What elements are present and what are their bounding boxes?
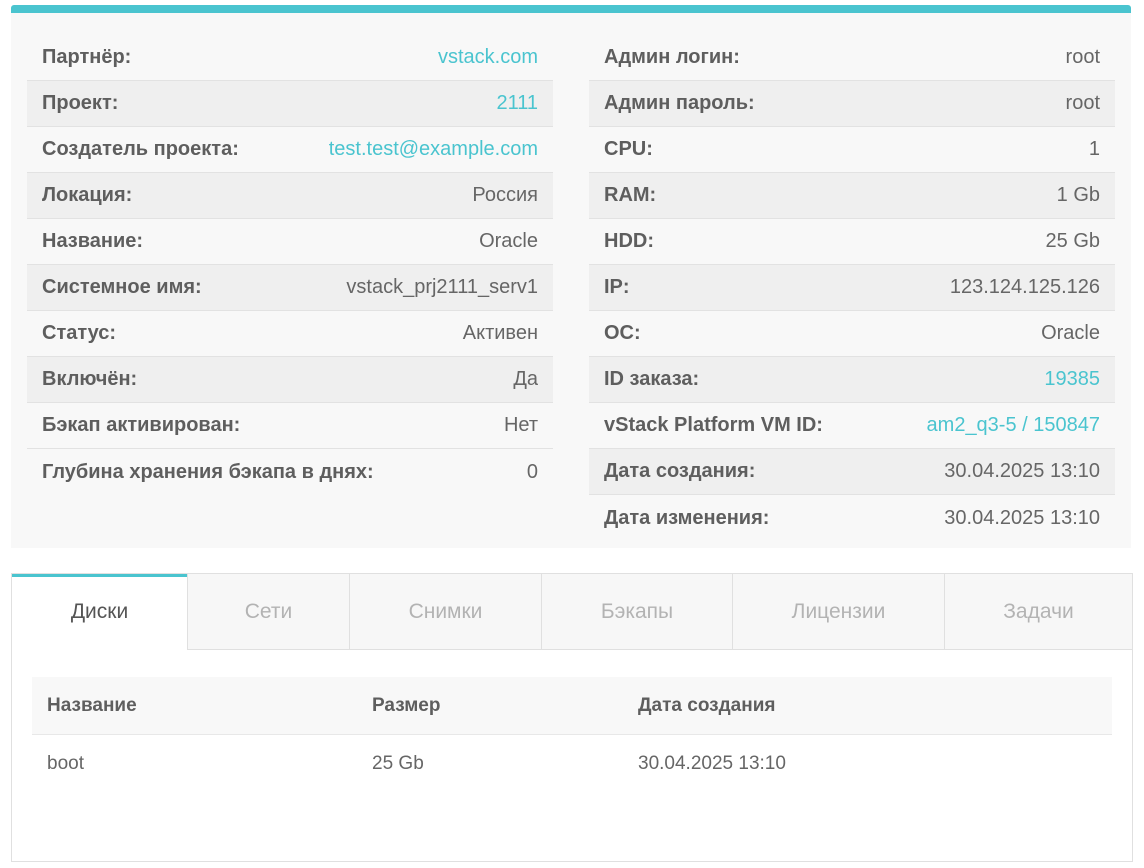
info-label: Проект: <box>42 92 119 114</box>
tab-licenses[interactable]: Лицензии <box>732 574 944 650</box>
created-date-value: 30.04.2025 13:10 <box>944 460 1100 482</box>
info-label: Название: <box>42 230 144 252</box>
disks-table: Название Размер Дата создания boot 25 Gb… <box>32 677 1112 792</box>
info-label: ОС: <box>604 322 641 344</box>
info-label: Админ логин: <box>604 46 740 68</box>
tab-networks[interactable]: Сети <box>187 574 349 650</box>
status-value: Активен <box>462 322 538 344</box>
info-row-modified-date: Дата изменения: 30.04.2025 13:10 <box>589 495 1115 541</box>
info-label: Дата изменения: <box>604 506 770 529</box>
column-header-name[interactable]: Название <box>32 677 357 735</box>
vm-id-link[interactable]: am2_q3-5 / 150847 <box>927 414 1100 437</box>
hdd-value: 25 Gb <box>1045 230 1100 252</box>
info-label: RAM: <box>604 184 657 206</box>
info-row-status: Статус: Активен <box>27 311 553 357</box>
info-row-backup-activated: Бэкап активирован: Нет <box>27 403 553 449</box>
info-row-vm-id: vStack Platform VM ID: am2_q3-5 / 150847 <box>589 403 1115 449</box>
modified-date-value: 30.04.2025 13:10 <box>944 506 1100 529</box>
info-row-project-creator: Создатель проекта: test.test@example.com <box>27 127 553 173</box>
tab-disks[interactable]: Диски <box>12 574 187 650</box>
name-value: Oracle <box>479 230 538 252</box>
info-label: Глубина хранения бэкапа в днях: <box>42 460 374 483</box>
info-label: Админ пароль: <box>604 92 755 114</box>
os-value: Oracle <box>1041 322 1100 344</box>
tabs-panel: Диски Сети Снимки Бэкапы Лицензии Задачи… <box>11 573 1133 862</box>
info-label: Локация: <box>42 184 133 206</box>
info-row-admin-password: Админ пароль: root <box>589 81 1115 127</box>
ip-value: 123.124.125.126 <box>949 276 1100 298</box>
location-value: Россия <box>472 184 538 206</box>
info-label: vStack Platform VM ID: <box>604 414 823 436</box>
info-row-hdd: HDD: 25 Gb <box>589 219 1115 265</box>
cpu-value: 1 <box>1088 138 1100 160</box>
server-info-card: Партнёр: vstack.com Проект: 2111 Создате… <box>11 5 1131 548</box>
tab-bar: Диски Сети Снимки Бэкапы Лицензии Задачи <box>12 574 1132 650</box>
info-row-ram: RAM: 1 Gb <box>589 173 1115 219</box>
info-row-name: Название: Oracle <box>27 219 553 265</box>
ram-value: 1 Gb <box>1056 184 1100 206</box>
info-label: Бэкап активирован: <box>42 414 241 436</box>
info-label: Дата создания: <box>604 460 756 482</box>
column-header-size[interactable]: Размер <box>357 677 623 735</box>
disk-created-cell: 30.04.2025 13:10 <box>638 752 786 774</box>
tab-tasks[interactable]: Задачи <box>944 574 1132 650</box>
info-row-location: Локация: Россия <box>27 173 553 219</box>
info-row-ip: IP: 123.124.125.126 <box>589 265 1115 311</box>
server-info-left-column: Партнёр: vstack.com Проект: 2111 Создате… <box>27 35 553 495</box>
info-label: CPU: <box>604 138 653 160</box>
info-label: IP: <box>604 276 630 298</box>
info-label: Партнёр: <box>42 46 132 68</box>
order-id-link[interactable]: 19385 <box>1044 368 1100 391</box>
project-creator-link[interactable]: test.test@example.com <box>329 138 538 161</box>
info-label: Статус: <box>42 322 117 344</box>
tab-snapshots[interactable]: Снимки <box>349 574 541 650</box>
enabled-value: Да <box>513 368 538 390</box>
info-row-enabled: Включён: Да <box>27 357 553 403</box>
partner-link[interactable]: vstack.com <box>438 46 538 69</box>
info-row-backup-depth: Глубина хранения бэкапа в днях: 0 <box>27 449 553 495</box>
info-row-admin-login: Админ логин: root <box>589 35 1115 81</box>
disk-name-cell: boot <box>47 752 84 774</box>
info-row-order-id: ID заказа: 19385 <box>589 357 1115 403</box>
info-label: Создатель проекта: <box>42 138 239 160</box>
info-label: ID заказа: <box>604 368 700 390</box>
info-label: HDD: <box>604 230 654 252</box>
info-row-cpu: CPU: 1 <box>589 127 1115 173</box>
tab-backups[interactable]: Бэкапы <box>541 574 732 650</box>
admin-password-value: root <box>1065 92 1100 114</box>
info-row-system-name: Системное имя: vstack_prj2111_serv1 <box>27 265 553 311</box>
disk-size-cell: 25 Gb <box>372 752 424 774</box>
info-row-os: ОС: Oracle <box>589 311 1115 357</box>
info-row-created-date: Дата создания: 30.04.2025 13:10 <box>589 449 1115 495</box>
project-link[interactable]: 2111 <box>496 92 538 115</box>
system-name-value: vstack_prj2111_serv1 <box>346 276 538 298</box>
server-info-right-column: Админ логин: root Админ пароль: root CPU… <box>589 35 1115 541</box>
info-label: Включён: <box>42 368 138 390</box>
backup-depth-value: 0 <box>526 460 538 483</box>
info-label: Системное имя: <box>42 276 202 298</box>
info-row-partner: Партнёр: vstack.com <box>27 35 553 81</box>
backup-activated-value: Нет <box>503 414 538 436</box>
column-header-created[interactable]: Дата создания <box>623 677 1112 735</box>
admin-login-value: root <box>1065 46 1100 68</box>
table-row[interactable]: boot 25 Gb 30.04.2025 13:10 <box>32 735 1112 793</box>
info-row-project: Проект: 2111 <box>27 81 553 127</box>
table-header-row: Название Размер Дата создания <box>32 677 1112 735</box>
